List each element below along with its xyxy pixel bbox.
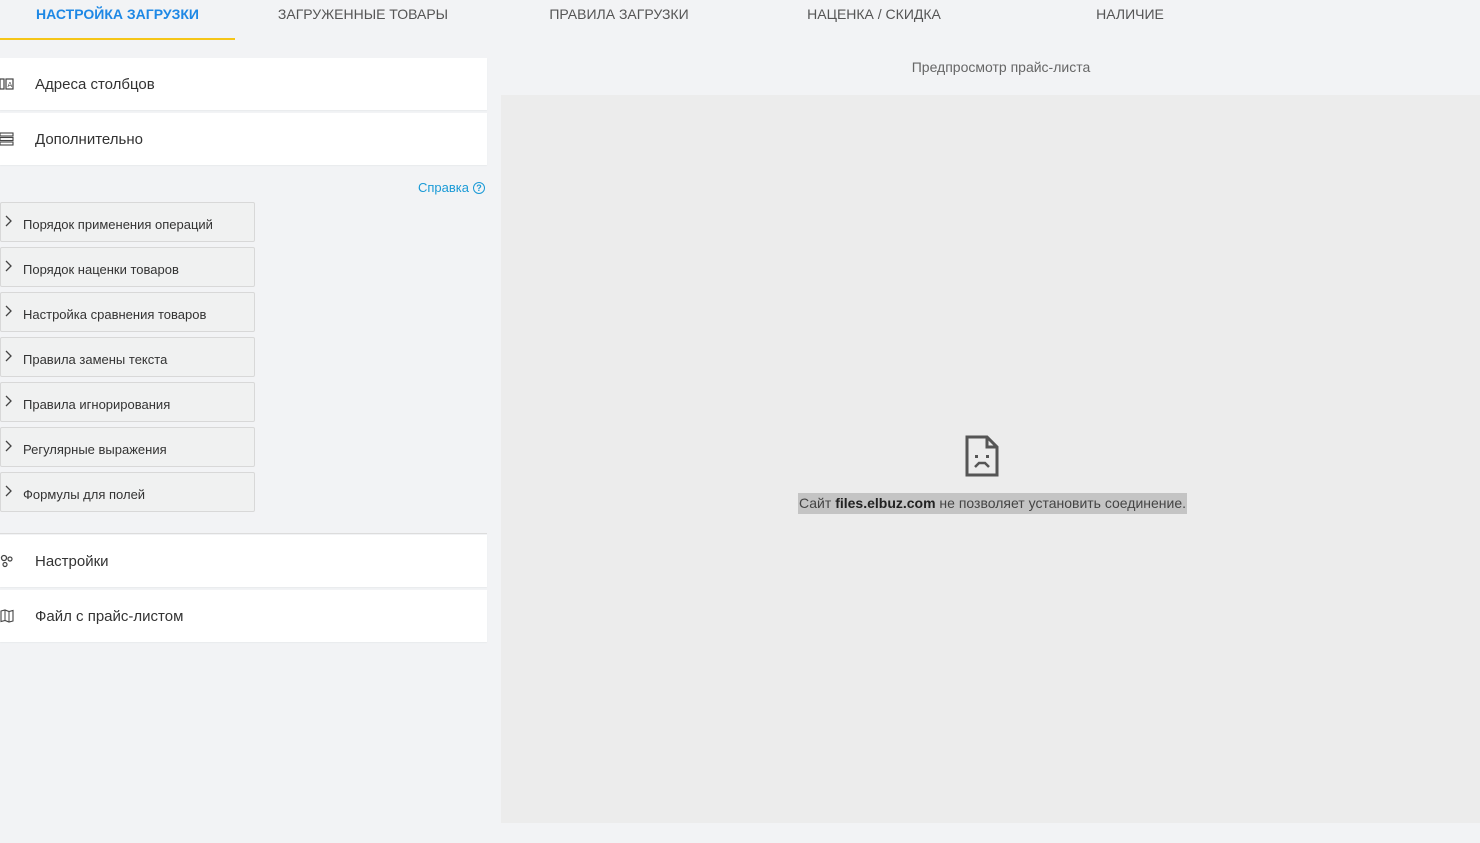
chevron-right-icon (5, 215, 12, 227)
list-settings-icon (0, 132, 14, 146)
operations-accordion: Порядок применения операций Порядок наце… (0, 202, 487, 512)
accordion-label: Настройка сравнения товаров (23, 307, 207, 322)
chevron-right-icon (5, 350, 12, 362)
error-suffix: не позволяет установить соединение. (935, 495, 1187, 511)
accordion-label: Формулы для полей (23, 487, 146, 502)
question-circle-icon: ? (473, 181, 485, 194)
section-label: Дополнительно (35, 130, 143, 148)
chevron-right-icon (5, 305, 12, 317)
accordion-label: Порядок применения операций (23, 217, 213, 232)
accordion-label: Правила замены текста (23, 352, 168, 367)
preview-title: Предпросмотр прайс-листа (911, 59, 1091, 75)
divider (0, 533, 487, 534)
section-label: Настройки (35, 552, 109, 570)
accordion-item-text-replace-rules[interactable]: Правила замены текста (0, 337, 255, 377)
section-column-addresses[interactable]: A Адреса столбцов (0, 58, 487, 110)
section-settings[interactable]: Настройки (0, 535, 487, 587)
tab-upload-settings[interactable]: НАСТРОЙКА ЗАГРУЗКИ (0, 0, 235, 40)
accordion-item-ignore-rules[interactable]: Правила игнорирования (0, 382, 255, 422)
help-label: Справка (418, 180, 469, 195)
gears-icon (0, 554, 14, 568)
chevron-right-icon (5, 260, 12, 272)
accordion-item-operations-order[interactable]: Порядок применения операций (0, 202, 255, 242)
map-icon (0, 609, 14, 623)
accordion-label: Правила игнорирования (23, 397, 171, 412)
svg-text:A: A (8, 81, 13, 89)
help-row: Справка ? (0, 168, 487, 202)
sad-document-icon (965, 435, 999, 477)
accordion-item-product-comparison[interactable]: Настройка сравнения товаров (0, 292, 255, 332)
accordion-label: Порядок наценки товаров (23, 262, 179, 277)
error-host: files.elbuz.com (835, 495, 936, 511)
settings-panel: A Адреса столбцов Дополнительно Справка … (0, 58, 487, 645)
help-link[interactable]: Справка ? (418, 180, 485, 195)
section-label: Адреса столбцов (35, 75, 155, 93)
tab-bar: НАСТРОЙКА ЗАГРУЗКИ ЗАГРУЖЕННЫЕ ТОВАРЫ ПР… (0, 0, 1480, 40)
error-prefix: Сайт (799, 495, 836, 511)
tab-upload-rules[interactable]: ПРАВИЛА ЗАГРУЗКИ (530, 0, 708, 40)
chevron-right-icon (5, 485, 12, 497)
accordion-item-regex[interactable]: Регулярные выражения (0, 427, 255, 467)
column-address-icon: A (0, 77, 14, 91)
connection-error-message: Сайт files.elbuz.com не позволяет устано… (798, 493, 1188, 514)
tab-availability[interactable]: НАЛИЧИЕ (1080, 0, 1180, 40)
accordion-item-markup-order[interactable]: Порядок наценки товаров (0, 247, 255, 287)
accordion-label: Регулярные выражения (23, 442, 167, 457)
accordion-item-field-formulas[interactable]: Формулы для полей (0, 472, 255, 512)
section-price-file[interactable]: Файл с прайс-листом (0, 590, 487, 642)
price-list-preview-frame[interactable]: Сайт files.elbuz.com не позволяет устано… (501, 95, 1480, 823)
chevron-right-icon (5, 395, 12, 407)
tab-uploaded-products[interactable]: ЗАГРУЖЕННЫЕ ТОВАРЫ (262, 0, 464, 40)
section-additional[interactable]: Дополнительно (0, 113, 487, 165)
section-label: Файл с прайс-листом (35, 607, 184, 625)
tab-markup-discount[interactable]: НАЦЕНКА / СКИДКА (790, 0, 958, 40)
chevron-right-icon (5, 440, 12, 452)
